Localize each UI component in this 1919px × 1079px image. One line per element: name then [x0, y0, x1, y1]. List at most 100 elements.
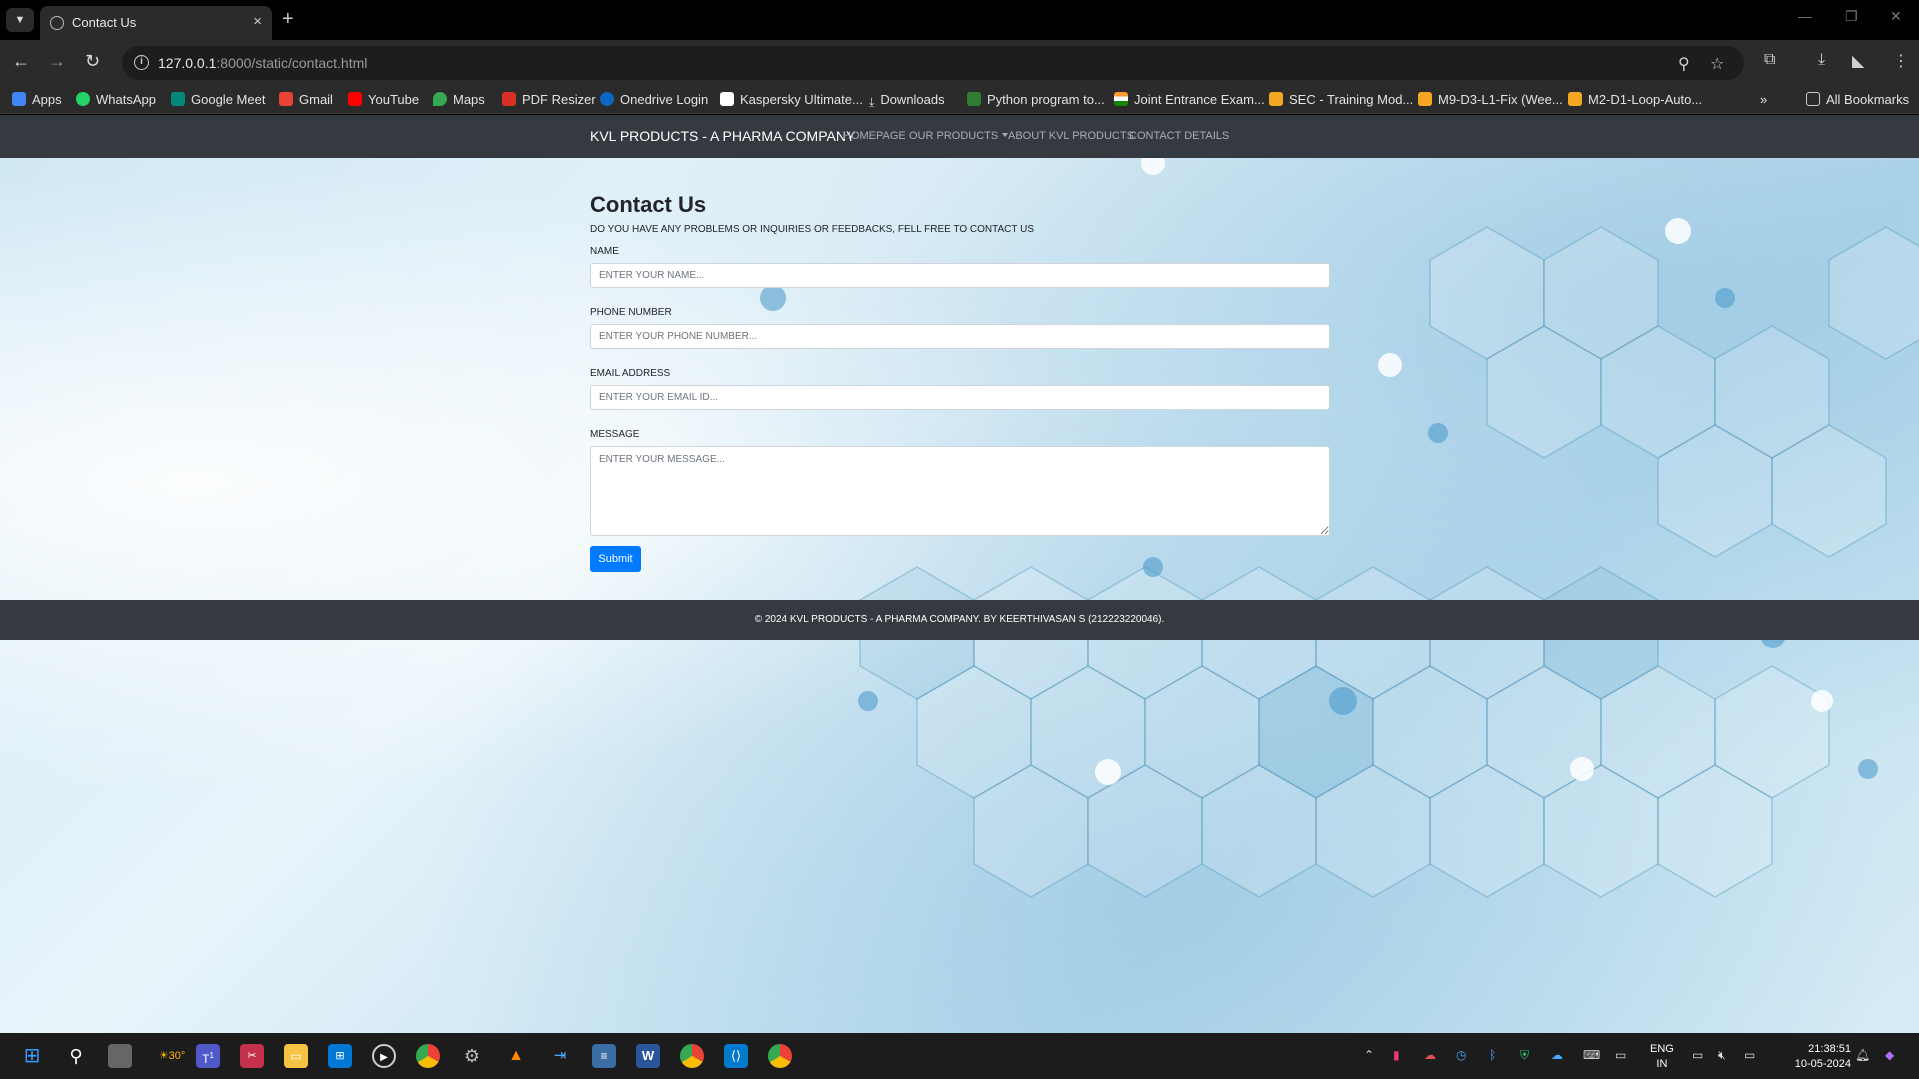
bookmark-kaspersky[interactable]: Kaspersky Ultimate... — [720, 92, 863, 107]
bookmark-m9-d3[interactable]: M9-D3-L1-Fix (Wee... — [1418, 92, 1563, 107]
settings-gear-icon[interactable]: ⚙ — [460, 1044, 484, 1068]
tray-overflow-icon[interactable]: ⌃ — [1364, 1048, 1374, 1062]
weather-widget[interactable]: ☀30° — [152, 1044, 192, 1068]
bookmark-gmail[interactable]: Gmail — [279, 92, 333, 107]
security-shield-icon[interactable]: ⛨ — [1520, 1048, 1529, 1063]
navbar-brand[interactable]: KVL PRODUCTS - A PHARMA COMPANY — [590, 128, 855, 144]
restore-window-button[interactable]: ❐ — [1845, 8, 1858, 25]
address-bar[interactable]: i 127.0.0.1:8000/static/contact.html ⚲ ☆ — [122, 46, 1744, 80]
bookmark-downloads[interactable]: ⤓ Downloads — [869, 92, 945, 109]
wifi-display-icon[interactable]: ▭ — [1692, 1048, 1703, 1062]
copilot-icon[interactable]: ◆ — [1885, 1048, 1894, 1062]
task-view-icon[interactable] — [108, 1044, 132, 1068]
in-logo-icon — [1418, 92, 1432, 106]
submit-button[interactable]: Submit — [590, 546, 641, 572]
bookmark-star-icon[interactable]: ☆ — [1710, 54, 1724, 74]
vscode-icon[interactable]: ⟨⟩ — [724, 1044, 748, 1068]
bookmark-maps[interactable]: Maps — [433, 92, 485, 107]
site-info-icon[interactable]: i — [134, 55, 149, 70]
word-icon[interactable]: W — [636, 1044, 660, 1068]
nav-link-homepage[interactable]: HOMEPAGE — [843, 130, 906, 142]
system-clock[interactable]: 21:38:51 10-05-2024 — [1795, 1042, 1851, 1072]
nav-link-our-products[interactable]: OUR PRODUCTS — [909, 130, 1009, 142]
maps-pin-icon — [433, 92, 447, 106]
bookmark-google-meet[interactable]: Google Meet — [171, 92, 265, 107]
bookmark-sec-training[interactable]: SEC - Training Mod... — [1269, 92, 1413, 107]
bookmark-onedrive[interactable]: Onedrive Login — [600, 92, 708, 107]
display-icon[interactable]: ▭ — [1615, 1048, 1626, 1062]
bookmark-apps[interactable]: Apps — [12, 92, 62, 107]
battery-icon[interactable]: ▭ — [1744, 1048, 1755, 1062]
menu-kebab-icon[interactable]: ⋮ — [1893, 51, 1909, 71]
browser-toolbar: ← → ↻ i 127.0.0.1:8000/static/contact.ht… — [0, 40, 1919, 86]
folder-icon — [1806, 92, 1820, 106]
minimize-window-button[interactable]: — — [1798, 8, 1812, 24]
zoom-icon[interactable]: ⚲ — [1678, 54, 1690, 74]
tab-title: Contact Us — [72, 15, 137, 30]
volume-muted-icon[interactable]: 🔇︎ — [1718, 1048, 1726, 1063]
forward-button[interactable]: → — [48, 51, 66, 72]
keyboard-icon[interactable]: ⌨ — [1583, 1048, 1600, 1062]
chrome-profile-icon[interactable] — [680, 1044, 704, 1068]
globe-icon — [50, 16, 64, 30]
download-arrow-icon: ⤓ — [869, 95, 875, 109]
language-indicator[interactable]: ENG IN — [1650, 1042, 1674, 1072]
apps-grid-icon — [12, 92, 26, 106]
url-text[interactable]: 127.0.0.1:8000/static/contact.html — [158, 55, 367, 71]
notepad-icon[interactable]: ≡ — [592, 1044, 616, 1068]
bookmarks-bar: Apps WhatsApp Google Meet Gmail YouTube … — [0, 86, 1919, 114]
message-textarea[interactable] — [590, 446, 1330, 536]
onedrive-tray-icon[interactable]: ☁ — [1424, 1048, 1436, 1062]
back-button[interactable]: ← — [12, 51, 30, 72]
contact-intro-text: DO YOU HAVE ANY PROBLEMS OR INQUIRIES OR… — [590, 224, 1034, 235]
profile-icon[interactable]: ◣ — [1852, 51, 1864, 71]
extensions-icon[interactable]: ⧉ — [1764, 51, 1775, 69]
browser-tab-active[interactable]: Contact Us × — [40, 6, 272, 40]
file-explorer-icon[interactable]: ▭ — [284, 1044, 308, 1068]
site-footer: © 2024 KVL PRODUCTS - A PHARMA COMPANY. … — [0, 600, 1919, 640]
email-input[interactable] — [590, 385, 1330, 410]
windows-taskbar: ⊞ ⚲ ☀30° T1 ✂ ▭ ⊞ ▶ ⚙ ▲ ⇥ ≡ W ⟨⟩ ⌃ ▮ ☁ ◷… — [0, 1033, 1919, 1079]
nav-link-about[interactable]: ABOUT KVL PRODUCTS — [1008, 130, 1134, 142]
name-input[interactable] — [590, 263, 1330, 288]
message-label: MESSAGE — [590, 429, 640, 440]
bluetooth-icon[interactable]: ᛒ — [1489, 1048, 1496, 1062]
close-window-button[interactable]: ✕ — [1890, 8, 1902, 25]
search-icon[interactable]: ⚲ — [64, 1044, 88, 1068]
more-bookmarks-button[interactable]: » — [1760, 92, 1767, 107]
page-viewport: KVL PRODUCTS - A PHARMA COMPANY HOMEPAGE… — [0, 115, 1919, 1033]
network-tray-icon[interactable]: ☁ — [1551, 1048, 1563, 1062]
bookmark-jee[interactable]: Joint Entrance Exam... — [1114, 92, 1265, 107]
onedrive-cloud-icon — [600, 92, 614, 106]
chrome-icon[interactable] — [416, 1044, 440, 1068]
windows-start-icon[interactable]: ⊞ — [20, 1044, 44, 1068]
tray-app-icon[interactable]: ▮ — [1393, 1048, 1400, 1062]
footer-copyright: © 2024 KVL PRODUCTS - A PHARMA COMPANY. … — [754, 614, 1165, 625]
vlc-icon[interactable]: ▲ — [504, 1044, 528, 1068]
reload-button[interactable]: ↻ — [85, 51, 100, 72]
notification-bell-icon[interactable]: 🔔︎ — [1855, 1048, 1870, 1062]
close-tab-icon[interactable]: × — [253, 13, 262, 30]
download-icon[interactable]: ⤓ — [1818, 51, 1825, 69]
teams-icon[interactable]: T1 — [196, 1044, 220, 1068]
media-player-icon[interactable]: ▶ — [372, 1044, 396, 1068]
email-label: EMAIL ADDRESS — [590, 368, 671, 379]
phone-input[interactable] — [590, 324, 1330, 349]
bookmark-python-program[interactable]: Python program to... — [967, 92, 1105, 107]
dev-tool-icon[interactable]: ⇥ — [548, 1044, 572, 1068]
tab-search-button[interactable]: ▼ — [6, 8, 34, 32]
nav-link-contact-details[interactable]: CONTACT DETAILS — [1129, 130, 1229, 142]
all-bookmarks-button[interactable]: All Bookmarks — [1806, 92, 1909, 107]
clock-tray-icon[interactable]: ◷ — [1456, 1048, 1466, 1062]
microsoft-store-icon[interactable]: ⊞ — [328, 1044, 352, 1068]
bookmark-m2-d1[interactable]: M2-D1-Loop-Auto... — [1568, 92, 1702, 107]
new-tab-button[interactable]: + — [282, 8, 294, 31]
chrome-active-icon[interactable] — [768, 1044, 792, 1068]
bookmark-whatsapp[interactable]: WhatsApp — [76, 92, 156, 107]
teams-badge: 1 — [209, 1051, 214, 1060]
bookmark-youtube[interactable]: YouTube — [348, 92, 419, 107]
site-navbar: KVL PRODUCTS - A PHARMA COMPANY HOMEPAGE… — [0, 115, 1919, 158]
bookmark-pdf-resizer[interactable]: PDF Resizer — [502, 92, 596, 107]
snipping-tool-icon[interactable]: ✂ — [240, 1044, 264, 1068]
in-logo-icon — [1269, 92, 1283, 106]
